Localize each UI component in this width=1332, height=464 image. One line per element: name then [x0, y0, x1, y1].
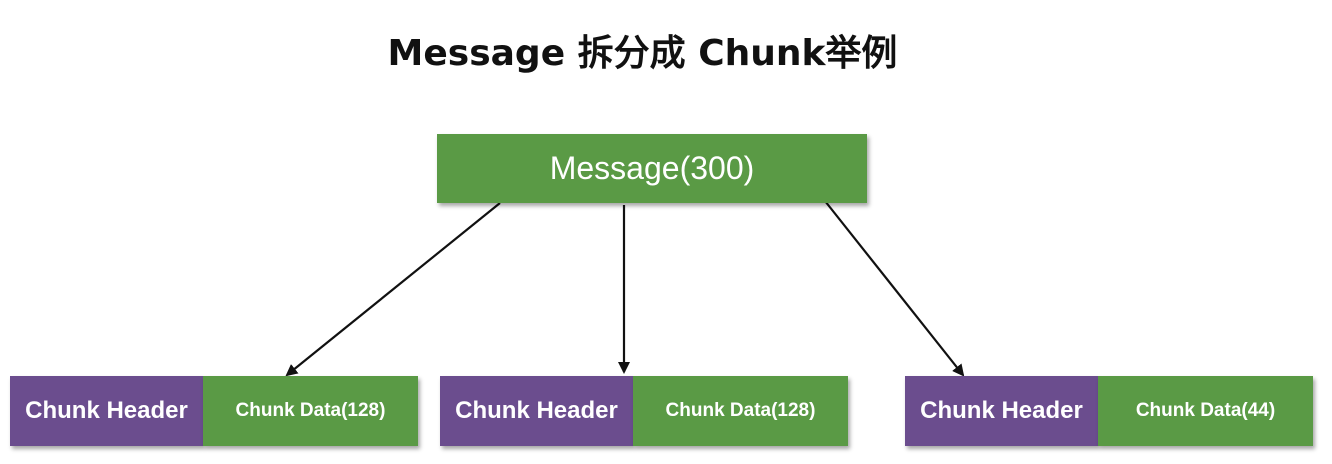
arrow-to-chunk-1 [285, 202, 501, 377]
chunk-2-data: Chunk Data(128) [633, 376, 848, 446]
chunk-1-header: Chunk Header [10, 376, 203, 446]
message-box: Message(300) [437, 134, 867, 203]
chunk-3-header: Chunk Header [905, 376, 1098, 446]
chunk-2-header: Chunk Header [440, 376, 633, 446]
chunk-3-data: Chunk Data(44) [1098, 376, 1313, 446]
arrow-to-chunk-3 [824, 200, 965, 377]
chunk-1-data: Chunk Data(128) [203, 376, 418, 446]
